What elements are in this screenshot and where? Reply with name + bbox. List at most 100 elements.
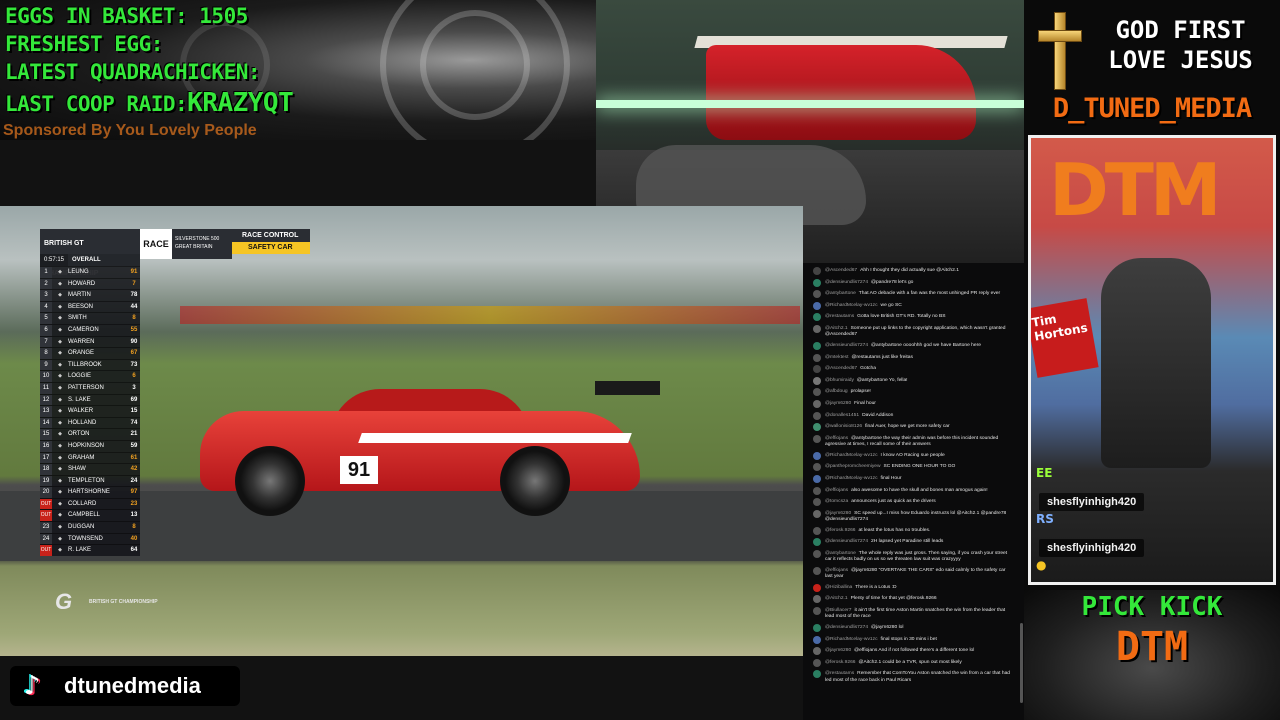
- chat-username[interactable]: @RichardMcelay-wv1zc: [825, 637, 878, 642]
- manufacturer-icon: ◆: [58, 338, 62, 345]
- car-number-badge: 8: [132, 524, 136, 531]
- chat-username[interactable]: @Aitch2.1: [825, 326, 848, 331]
- chat-avatar[interactable]: [813, 434, 821, 443]
- driver-name: HARTSHORNE: [68, 489, 110, 496]
- chat-username[interactable]: @antybartone: [825, 291, 856, 296]
- pick-kick-label: PICK KICK: [1081, 592, 1223, 622]
- chat-avatar[interactable]: [813, 267, 821, 275]
- chat-avatar[interactable]: [813, 411, 821, 420]
- car-number-badge: 7: [132, 280, 136, 287]
- chat-username[interactable]: @bhumiraidy: [825, 378, 854, 383]
- driver-name: BEESON: [68, 303, 94, 310]
- chat-avatar[interactable]: [813, 647, 821, 656]
- standings-header: 0:57:15 OVERALL: [40, 254, 140, 266]
- chat-avatar[interactable]: [813, 607, 821, 616]
- chat-avatar[interactable]: [813, 388, 821, 397]
- chat-username[interactable]: @RichardMcelay-wv1zc: [825, 476, 878, 481]
- chat-username[interactable]: @restautams: [825, 671, 854, 676]
- chat-avatar[interactable]: [813, 463, 821, 472]
- manufacturer-icon: ◆: [58, 269, 62, 275]
- chat-avatar[interactable]: [813, 324, 821, 333]
- chat-username[interactable]: @restautams: [825, 314, 854, 319]
- chat-username[interactable]: @Ascended67: [825, 268, 857, 273]
- chat-avatar[interactable]: [813, 635, 821, 644]
- chat-username[interactable]: @jaym6280: [825, 511, 851, 516]
- chat-avatar[interactable]: [813, 313, 821, 322]
- chat-username[interactable]: @densieundlis7274: [825, 625, 868, 630]
- chat-avatar[interactable]: [813, 423, 821, 432]
- chat-avatar[interactable]: [813, 353, 821, 362]
- chat-username[interactable]: @afbdoug: [825, 389, 848, 394]
- chat-username[interactable]: @effiojans: [825, 568, 848, 573]
- driver-name: R. LAKE: [68, 547, 92, 554]
- chat-avatar[interactable]: [813, 595, 821, 604]
- manufacturer-icon: ◆: [58, 361, 62, 368]
- chat-avatar[interactable]: [813, 290, 821, 299]
- chat-username[interactable]: @jaym6280: [825, 648, 851, 653]
- chat-avatar[interactable]: [813, 278, 821, 287]
- chat-username[interactable]: @mtektest: [825, 355, 848, 360]
- chat-username[interactable]: @wallonisio8126: [825, 424, 862, 429]
- driver-name: ORTON: [68, 431, 90, 438]
- chat-scrollbar[interactable]: [1020, 623, 1023, 703]
- chat-avatar[interactable]: [813, 526, 821, 535]
- tiktok-badge[interactable]: ♪ dtunedmedia: [10, 666, 240, 706]
- chat-username[interactable]: @densieundlis7274: [825, 539, 868, 544]
- chat-username[interactable]: @Biullacer7: [825, 608, 851, 613]
- chat-username[interactable]: @panthepromcheemiyew: [825, 464, 881, 469]
- chat-username[interactable]: @donalles1451: [825, 413, 859, 418]
- chat-username[interactable]: @ferosk.9266: [825, 528, 856, 533]
- chat-avatar[interactable]: [813, 451, 821, 460]
- chat-avatar[interactable]: [813, 509, 821, 518]
- chat-message: @mtektest @restautams just like freitas: [803, 353, 1017, 363]
- chat-username[interactable]: @Ascended67: [825, 366, 857, 371]
- chat-username[interactable]: @densieundlis7274: [825, 280, 868, 285]
- car-number-badge: 21: [130, 431, 138, 438]
- chat-username[interactable]: @RichardMcelay-wv1zc: [825, 303, 878, 308]
- manufacturer-icon: ◆: [58, 442, 62, 449]
- chat-avatar[interactable]: [813, 624, 821, 633]
- standings-row: 6 ◆ CAMERON 55: [40, 323, 140, 336]
- chat-avatar[interactable]: [813, 341, 821, 350]
- chat-avatar[interactable]: [813, 365, 821, 374]
- chat-avatar[interactable]: [813, 399, 821, 408]
- car-number-badge: 42: [130, 466, 138, 473]
- driver-name: CAMPBELL: [68, 512, 101, 519]
- chat-username[interactable]: @RichardMcelay-wv1zc: [825, 453, 878, 458]
- faith-text: GOD FIRST LOVE JESUS: [1088, 15, 1273, 75]
- race-video[interactable]: 91 BRITISH GT CHAMPIONSHIP RACE SILVERST…: [0, 206, 803, 656]
- standings-row: 19 ◆ TEMPLETON 24: [40, 474, 140, 487]
- chat-username[interactable]: @effiojans: [825, 436, 848, 441]
- chat-avatar[interactable]: [813, 474, 821, 483]
- chat-text: 2H lapsed yet Paradine still leads: [871, 539, 944, 545]
- chat-avatar[interactable]: [813, 583, 821, 592]
- chat-message-body: @Ascended67 Gotcha: [825, 366, 876, 373]
- chat-avatar[interactable]: [813, 301, 821, 310]
- chat-text: Plenty of time for that yet @ferosk.9266: [850, 596, 937, 602]
- chat-username[interactable]: @Hiziballina: [825, 585, 852, 590]
- chat-avatar[interactable]: [813, 658, 821, 667]
- chat-text: @restautams just like freitas: [851, 354, 913, 360]
- chat-username[interactable]: @effiojans: [825, 488, 848, 493]
- chat-avatar[interactable]: [813, 498, 821, 507]
- chat-username[interactable]: @ferosk.9266: [825, 660, 856, 665]
- chat-text: it ain't the first time Aston Martin sna…: [825, 608, 1006, 620]
- manufacturer-icon: ◆: [58, 454, 62, 461]
- chat-username[interactable]: @antybartone: [825, 551, 856, 556]
- chat-message: @panthepromcheemiyew SC ENDING ONE HOUR T…: [803, 463, 1017, 472]
- chat-text: announcers just as quick as the drivers: [851, 499, 936, 505]
- chat-avatar[interactable]: [813, 376, 821, 385]
- live-chat[interactable]: @Ascended67 Ahh I thought they did actual…: [803, 263, 1024, 720]
- chat-username[interactable]: @Aitch2.1: [825, 596, 848, 601]
- chat-username[interactable]: @jaym6280: [825, 401, 851, 406]
- chat-avatar[interactable]: [813, 566, 821, 575]
- standings-position: 7: [40, 336, 52, 348]
- standings-row: 11 ◆ PATTERSON 3: [40, 381, 140, 394]
- chat-avatar[interactable]: [813, 670, 821, 679]
- manufacturer-icon: ◆: [58, 384, 62, 391]
- chat-avatar[interactable]: [813, 538, 821, 547]
- chat-avatar[interactable]: [813, 486, 821, 495]
- chat-avatar[interactable]: [813, 549, 821, 558]
- chat-username[interactable]: @tomcsza: [825, 499, 848, 504]
- chat-username[interactable]: @densieundlis7274: [825, 343, 868, 348]
